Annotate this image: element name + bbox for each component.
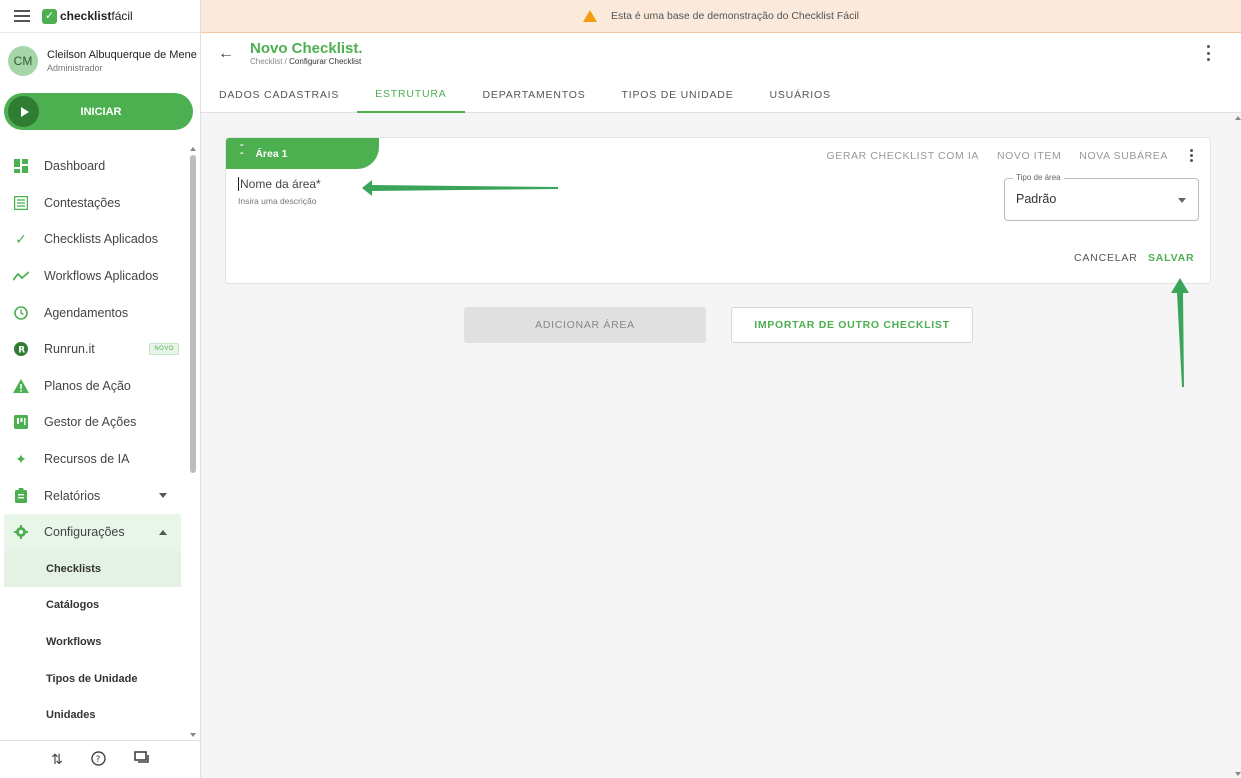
clipboard-icon — [12, 487, 30, 505]
novo-badge: NOVO — [149, 343, 179, 356]
sidebar-header: ✓ checklistfácil — [0, 0, 200, 33]
breadcrumb: Checklist / Configurar Checklist — [250, 57, 361, 66]
warning-icon — [582, 10, 597, 22]
gerar-checklist-ia-button[interactable]: GERAR CHECKLIST COM IA — [827, 150, 979, 162]
area-name-input[interactable]: Nome da área* — [238, 177, 321, 191]
chevron-up-icon — [159, 529, 167, 535]
sidebar-item-planos-de-acao[interactable]: Planos de Ação — [4, 368, 181, 405]
gear-icon — [12, 523, 30, 541]
help-icon[interactable]: ? — [91, 750, 106, 769]
chat-icon[interactable] — [134, 751, 149, 768]
iniciar-button[interactable]: INICIAR — [4, 93, 193, 130]
area-tag[interactable]: ˇˆ Área 1 — [226, 138, 379, 169]
card-actions: GERAR CHECKLIST COM IA NOVO ITEM NOVA SU… — [827, 149, 1194, 162]
sidebar-item-runrunit[interactable]: R Runrun.it NOVO — [4, 331, 181, 368]
chevron-down-icon — [159, 493, 167, 499]
user-name: Cleilson Albuquerque de Mene — [47, 49, 197, 61]
tipo-de-area-select[interactable]: Tipo de área Padrão — [1004, 173, 1199, 221]
warning-icon — [12, 377, 30, 395]
menu-icon[interactable] — [14, 10, 30, 22]
svg-text:?: ? — [95, 755, 100, 765]
sidebar-item-label: Workflows Aplicados — [44, 269, 159, 284]
sidebar-item-label: Recursos de IA — [44, 452, 130, 467]
demo-banner: Esta é uma base de demonstração do Check… — [201, 0, 1241, 33]
nova-subarea-button[interactable]: NOVA SUBÁREA — [1079, 150, 1168, 162]
dropdown-arrow-icon — [1178, 198, 1186, 203]
sidebar-item-workflows-aplicados[interactable]: Workflows Aplicados — [4, 258, 181, 295]
sidebar-scrollbar[interactable] — [189, 147, 197, 737]
iniciar-label: INICIAR — [80, 105, 122, 118]
user-profile[interactable]: CM Cleilson Albuquerque de Mene Administ… — [0, 38, 200, 84]
import-checklist-button[interactable]: IMPORTAR DE OUTRO CHECKLIST — [731, 307, 973, 343]
save-button[interactable]: SALVAR — [1148, 252, 1194, 264]
select-value: Padrão — [1016, 192, 1057, 206]
banner-text: Esta é uma base de demonstração do Check… — [610, 10, 860, 22]
trend-icon — [12, 267, 30, 285]
svg-text:R: R — [18, 346, 25, 356]
user-role: Administrador — [47, 63, 103, 73]
tab-departamentos[interactable]: DEPARTAMENTOS — [465, 77, 604, 113]
play-icon — [8, 96, 39, 127]
sidebar-item-label: Dashboard — [44, 159, 106, 174]
sidebar-subitem-tipos-de-unidade[interactable]: Tipos de Unidade — [4, 660, 181, 697]
clock-icon — [12, 304, 30, 322]
tab-bar: DADOS CADASTRAIS ESTRUTURA DEPARTAMENTOS… — [201, 77, 1241, 113]
sidebar-item-label: Relatórios — [44, 488, 101, 503]
runrun-icon: R — [12, 340, 30, 358]
sidebar-subitem-unidades[interactable]: Unidades — [4, 697, 181, 734]
logo-check-icon: ✓ — [42, 8, 57, 24]
sidebar-item-agendamentos[interactable]: Agendamentos — [4, 294, 181, 331]
dashboard-icon — [12, 157, 30, 175]
sidebar-item-label: Gestor de Ações — [44, 415, 137, 430]
sort-icon[interactable]: ⇅ — [51, 751, 63, 768]
sidebar-subitem-catalogos[interactable]: Catálogos — [4, 587, 181, 624]
sparkle-icon: ✦ — [15, 450, 27, 467]
tab-usuarios[interactable]: USUÁRIOS — [752, 77, 849, 113]
back-arrow-icon[interactable]: ← — [218, 45, 234, 63]
cancel-button[interactable]: CANCELAR — [1074, 252, 1138, 264]
sidebar-item-label: Planos de Ação — [44, 378, 131, 393]
sidebar-item-dashboard[interactable]: Dashboard — [4, 148, 181, 185]
sidebar-item-recursos-de-ia[interactable]: ✦ Recursos de IA — [4, 441, 181, 478]
sidebar-nav: Dashboard Contestações ✓ Checklists Apli… — [4, 148, 181, 734]
sidebar-item-configuracoes[interactable]: Configurações — [4, 513, 181, 551]
area-description-input[interactable]: Insira uma descrição — [238, 196, 316, 206]
tab-dados-cadastrais[interactable]: DADOS CADASTRAIS — [201, 77, 357, 113]
sidebar-subitem-workflows[interactable]: Workflows — [4, 624, 181, 661]
page-header: ← Novo Checklist. Checklist / Configurar… — [201, 33, 1241, 81]
arrow-to-save — [1171, 278, 1189, 387]
avatar: CM — [8, 46, 38, 76]
collapse-icon[interactable]: ˇˆ — [240, 144, 243, 162]
list-icon — [12, 194, 30, 212]
card-more-icon[interactable] — [1190, 149, 1194, 162]
add-area-button[interactable]: ADICIONAR ÁREA — [464, 307, 706, 343]
breadcrumb-root[interactable]: Checklist / — [250, 57, 287, 66]
tab-estrutura[interactable]: ESTRUTURA — [357, 77, 465, 113]
novo-item-button[interactable]: NOVO ITEM — [997, 150, 1061, 162]
more-options-icon[interactable] — [1207, 45, 1211, 61]
sidebar-item-label: Checklists Aplicados — [44, 232, 158, 247]
breadcrumb-current: Configurar Checklist — [289, 57, 362, 66]
check-icon: ✓ — [15, 230, 27, 247]
sidebar-item-label: Agendamentos — [44, 305, 129, 320]
sidebar-footer: ⇅ ? — [0, 740, 200, 778]
logo: checklistfácil — [60, 9, 133, 23]
sidebar-item-label: Runrun.it — [44, 342, 95, 357]
area-card: ˇˆ Área 1 GERAR CHECKLIST COM IA NOVO IT… — [225, 137, 1211, 284]
sidebar-item-checklists-aplicados[interactable]: ✓ Checklists Aplicados — [4, 221, 181, 258]
sidebar-item-contestacoes[interactable]: Contestações — [4, 185, 181, 222]
sidebar-item-gestor-de-acoes[interactable]: Gestor de Ações — [4, 404, 181, 441]
sidebar: ✓ checklistfácil CM Cleilson Albuquerque… — [0, 0, 201, 778]
main-scrollbar[interactable] — [1235, 116, 1241, 776]
sidebar-item-relatorios[interactable]: Relatórios — [4, 477, 181, 514]
board-icon — [12, 413, 30, 431]
page-title: Novo Checklist. — [250, 40, 363, 57]
area-label: Área 1 — [255, 147, 288, 160]
select-legend: Tipo de área — [1013, 173, 1064, 182]
sidebar-item-label: Configurações — [44, 525, 125, 540]
sidebar-item-label: Contestações — [44, 195, 121, 210]
sidebar-subitem-checklists[interactable]: Checklists — [4, 550, 181, 588]
tab-tipos-de-unidade[interactable]: TIPOS DE UNIDADE — [604, 77, 752, 113]
